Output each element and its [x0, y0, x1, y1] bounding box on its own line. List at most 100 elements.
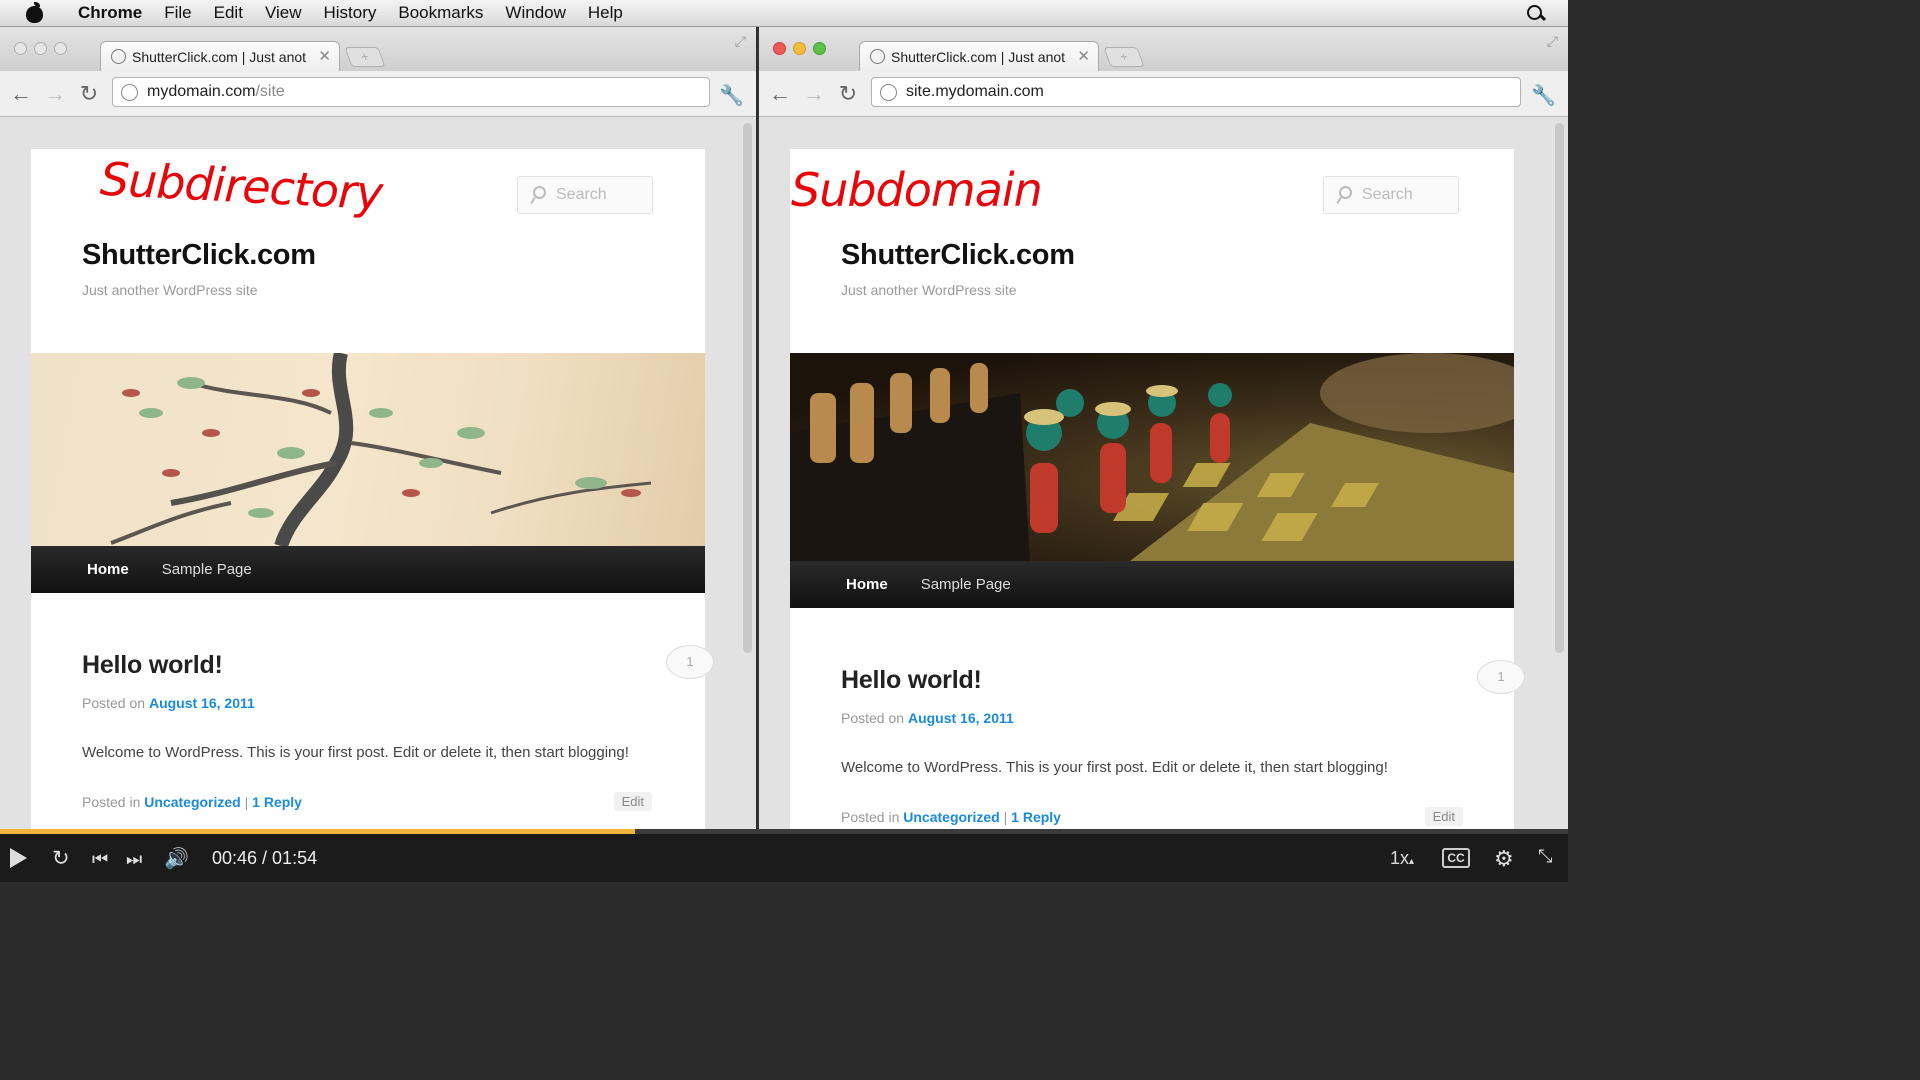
main-nav: Home Sample Page	[31, 546, 705, 593]
menu-view[interactable]: View	[254, 3, 313, 23]
menu-bookmarks[interactable]: Bookmarks	[387, 3, 494, 23]
back-arrow-icon[interactable]: ←	[763, 81, 797, 107]
spotlight-search-icon[interactable]	[1526, 4, 1546, 24]
globe-icon	[121, 83, 138, 101]
minimize-window-button[interactable]	[793, 42, 806, 55]
menu-edit[interactable]: Edit	[203, 3, 254, 23]
post-title[interactable]: Hello world!	[82, 651, 662, 680]
edit-link[interactable]: Edit	[613, 792, 652, 811]
forward-arrow-icon[interactable]: →	[797, 81, 831, 107]
post: Hello world! 1 Posted on August 16, 2011…	[82, 645, 714, 811]
search-icon	[530, 186, 546, 204]
reload-icon[interactable]: ↻	[72, 81, 106, 107]
apple-icon[interactable]	[24, 2, 50, 23]
page-viewport: Search ShutterClick.com Just another Wor…	[759, 117, 1568, 833]
nav-home[interactable]: Home	[846, 576, 888, 593]
mac-menubar: Chrome File Edit View History Bookmarks …	[0, 0, 1568, 27]
zoom-window-button[interactable]	[813, 42, 826, 55]
category-link[interactable]: Uncategorized	[144, 794, 240, 810]
replay-icon[interactable]: ↻	[52, 848, 74, 870]
posted-on-label: Posted on	[82, 695, 146, 711]
globe-icon	[880, 83, 897, 101]
post-footer: Posted in Uncategorized | 1 Reply Edit	[82, 792, 662, 811]
minimize-window-button[interactable]	[34, 42, 47, 55]
site-tagline: Just another WordPress site	[82, 282, 258, 298]
menu-help[interactable]: Help	[577, 3, 634, 23]
playback-speed-button[interactable]: 1x▴	[1390, 848, 1414, 869]
annotation-subdomain: Subdomain	[791, 163, 1043, 217]
new-tab-button[interactable]: +	[1103, 47, 1145, 67]
post: Hello world! 1 Posted on August 16, 2011…	[841, 660, 1525, 826]
site-title[interactable]: ShutterClick.com	[82, 239, 316, 272]
nav-sample-page[interactable]: Sample Page	[921, 576, 1011, 593]
window-controls	[14, 42, 67, 55]
fullscreen-icon[interactable]: ⤢	[1547, 33, 1558, 50]
browser-tab[interactable]: ShutterClick.com | Just anot ✕	[100, 41, 340, 71]
menu-file[interactable]: File	[153, 3, 202, 23]
scrollbar[interactable]	[1555, 123, 1564, 653]
next-icon[interactable]: ⏭	[126, 848, 148, 870]
post-date-link[interactable]: August 16, 2011	[149, 695, 255, 711]
wordpress-page: Search ShutterClick.com Just another Wor…	[31, 149, 714, 833]
comment-count-bubble[interactable]: 1	[1477, 660, 1525, 694]
search-input[interactable]: Search	[1323, 176, 1459, 214]
url-host: mydomain.com	[147, 83, 256, 100]
speed-caret-icon: ▴	[1409, 856, 1415, 867]
menu-app-chrome[interactable]: Chrome	[64, 3, 153, 23]
post-footer: Posted in Uncategorized | 1 Reply Edit	[841, 807, 1473, 826]
replies-link[interactable]: 1 Reply	[252, 794, 302, 810]
back-arrow-icon[interactable]: ←	[4, 81, 38, 107]
header-image-bonsai	[31, 353, 705, 546]
post-title[interactable]: Hello world!	[841, 666, 1421, 695]
address-bar[interactable]: site.mydomain.com	[871, 77, 1521, 107]
search-input[interactable]: Search	[517, 176, 653, 214]
wrench-icon[interactable]: 🔧	[1531, 83, 1556, 108]
play-icon[interactable]	[10, 848, 27, 868]
tab-strip: ShutterClick.com | Just anot ✕ + ⤢	[759, 27, 1568, 71]
nav-home[interactable]: Home	[87, 561, 129, 578]
globe-favicon-icon	[870, 49, 885, 64]
fullscreen-icon[interactable]: ⤢	[735, 33, 746, 50]
volume-icon[interactable]: 🔊	[164, 848, 189, 870]
zoom-window-button[interactable]	[54, 42, 67, 55]
footer-separator: |	[240, 794, 253, 810]
search-placeholder: Search	[1362, 186, 1413, 203]
controls-row: ↻ ⏮ ⏭ 🔊 00:46 / 01:54 1x▴ CC ⚙ ⤡	[0, 834, 1568, 882]
close-tab-icon[interactable]: ✕	[318, 47, 331, 65]
scrollbar[interactable]	[743, 123, 752, 653]
post-date-link[interactable]: August 16, 2011	[908, 710, 1014, 726]
url-path: /site	[255, 83, 285, 100]
settings-gear-icon[interactable]: ⚙	[1494, 846, 1514, 872]
closed-captions-button[interactable]: CC	[1442, 848, 1470, 868]
tab-title: ShutterClick.com | Just anot	[891, 48, 1066, 65]
browser-window-right: ShutterClick.com | Just anot ✕ + ⤢ ← → ↻…	[757, 27, 1568, 833]
posted-in-label: Posted in	[841, 809, 900, 825]
forward-arrow-icon[interactable]: →	[38, 81, 72, 107]
close-window-button[interactable]	[14, 42, 27, 55]
close-tab-icon[interactable]: ✕	[1077, 47, 1090, 65]
new-tab-button[interactable]: +	[344, 47, 386, 67]
site-tagline: Just another WordPress site	[841, 282, 1017, 298]
category-link[interactable]: Uncategorized	[903, 809, 999, 825]
edit-link[interactable]: Edit	[1424, 807, 1463, 826]
menu-window[interactable]: Window	[494, 3, 576, 23]
browser-toolbar: ← → ↻ site.mydomain.com 🔧	[759, 71, 1568, 117]
close-window-button[interactable]	[773, 42, 786, 55]
wrench-icon[interactable]: 🔧	[719, 83, 744, 108]
site-title[interactable]: ShutterClick.com	[841, 239, 1075, 272]
search-icon	[1336, 186, 1352, 204]
comment-count-bubble[interactable]: 1	[666, 645, 714, 679]
previous-icon[interactable]: ⏮	[92, 848, 114, 870]
page-viewport: Search ShutterClick.com Just another Wor…	[0, 117, 756, 833]
footer-separator: |	[999, 809, 1012, 825]
replies-link[interactable]: 1 Reply	[1011, 809, 1061, 825]
nav-sample-page[interactable]: Sample Page	[162, 561, 252, 578]
speed-value: 1x	[1390, 848, 1410, 868]
address-bar[interactable]: mydomain.com/site	[112, 77, 710, 107]
globe-favicon-icon	[111, 49, 126, 64]
exit-fullscreen-icon[interactable]: ⤡	[1538, 846, 1552, 867]
browser-tab[interactable]: ShutterClick.com | Just anot ✕	[859, 41, 1099, 71]
browser-toolbar: ← → ↻ mydomain.com/site 🔧	[0, 71, 756, 117]
menu-history[interactable]: History	[312, 3, 387, 23]
reload-icon[interactable]: ↻	[831, 81, 865, 107]
